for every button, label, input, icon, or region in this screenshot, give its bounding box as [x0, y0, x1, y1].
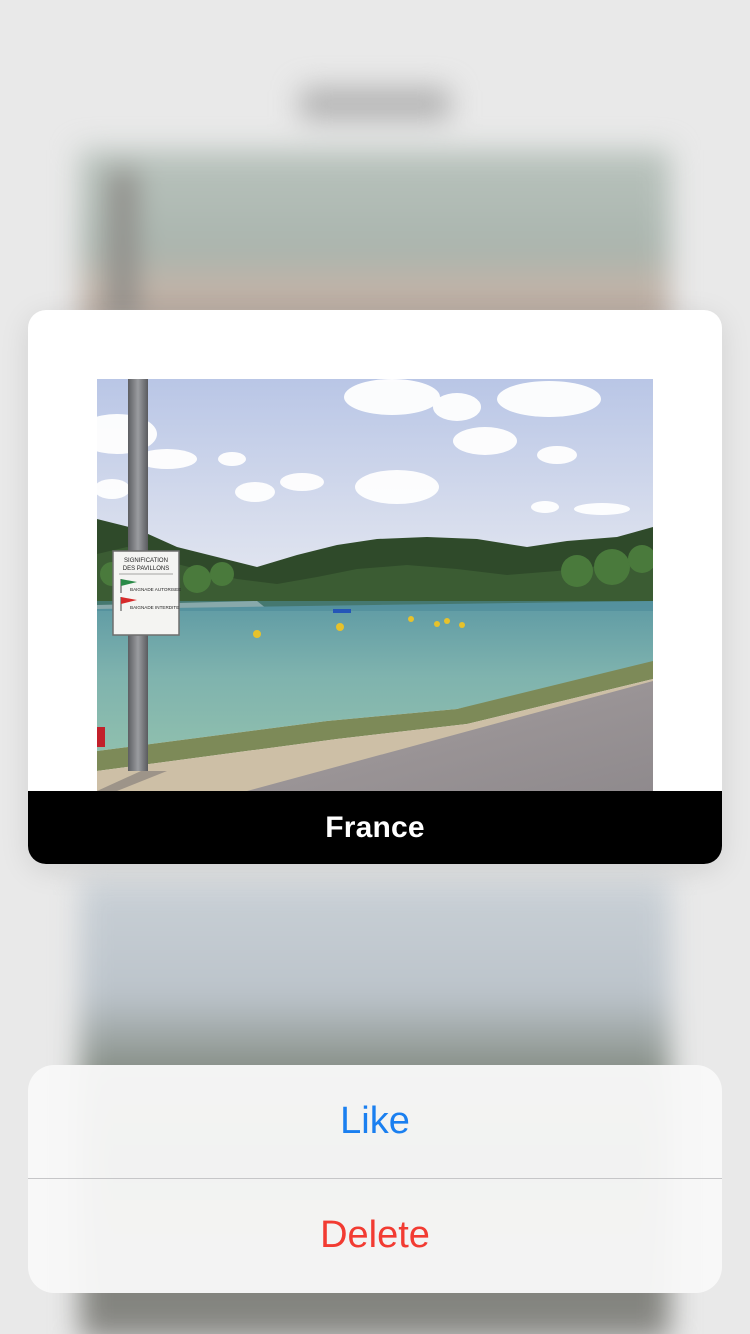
like-button[interactable]: Like: [28, 1065, 722, 1178]
background-photo-top: [80, 150, 670, 330]
sign-board: SIGNIFICATION DES PAVILLONS BAIGNADE AUT…: [112, 550, 181, 636]
svg-text:BAIGNADE AUTORISEE: BAIGNADE AUTORISEE: [130, 587, 181, 592]
landscape-photo-icon: SIGNIFICATION DES PAVILLONS BAIGNADE AUT…: [97, 379, 653, 791]
svg-text:DES PAVILLONS: DES PAVILLONS: [123, 566, 169, 572]
background-title: [300, 88, 450, 120]
peek-preview-card[interactable]: SIGNIFICATION DES PAVILLONS BAIGNADE AUT…: [28, 310, 722, 864]
screen: SIGNIFICATION DES PAVILLONS BAIGNADE AUT…: [0, 0, 750, 1334]
delete-button[interactable]: Delete: [28, 1179, 722, 1292]
peek-action-sheet: Like Delete: [28, 1065, 722, 1293]
lake-photo: SIGNIFICATION DES PAVILLONS BAIGNADE AUT…: [97, 379, 653, 791]
caption-bar: France: [28, 791, 722, 864]
svg-text:SIGNIFICATION: SIGNIFICATION: [124, 558, 168, 564]
svg-text:BAIGNADE INTERDITE: BAIGNADE INTERDITE: [130, 605, 179, 610]
photo-caption: France: [325, 810, 425, 844]
